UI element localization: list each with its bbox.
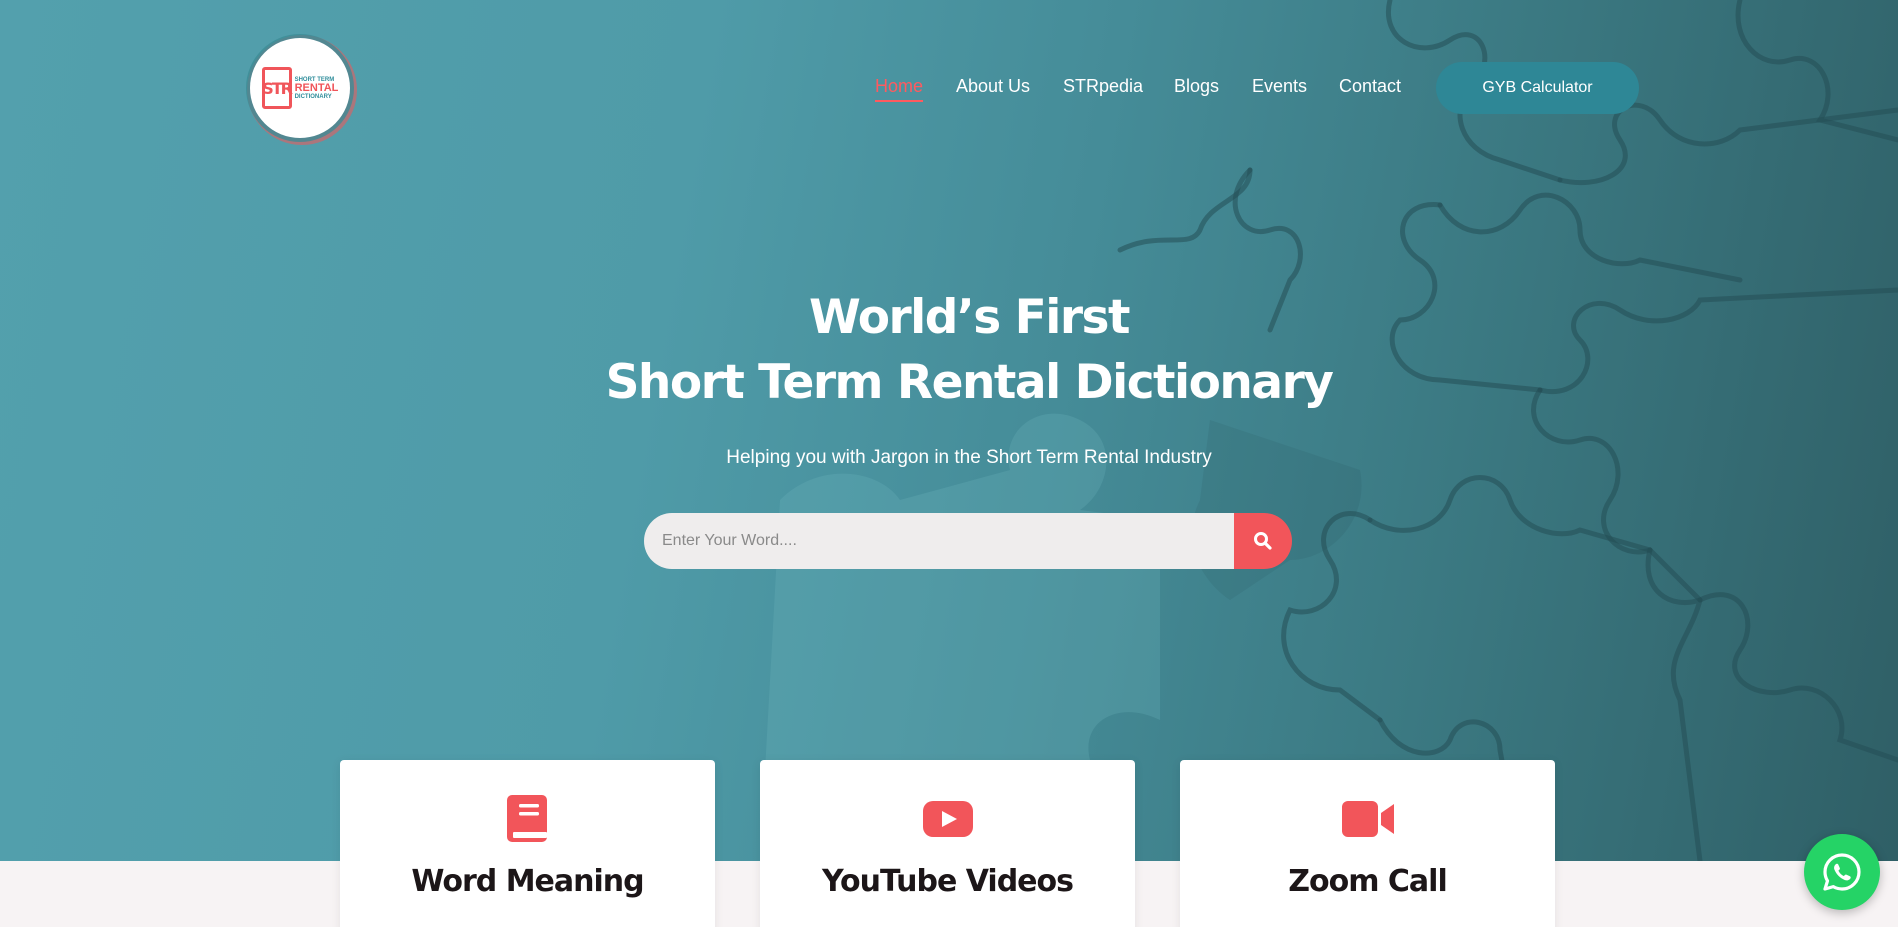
- search-button[interactable]: [1234, 513, 1292, 569]
- hero-title-line-2: Short Term Rental Dictionary: [605, 355, 1334, 410]
- card-word-meaning[interactable]: Word Meaning: [340, 760, 715, 927]
- video-camera-icon: [1341, 801, 1394, 837]
- gyb-calculator-button[interactable]: GYB Calculator: [1436, 62, 1639, 114]
- nav-item-about-us[interactable]: About Us: [956, 76, 1030, 97]
- nav-item-events[interactable]: Events: [1252, 76, 1307, 97]
- youtube-icon: [922, 801, 973, 837]
- card-title: Word Meaning: [411, 864, 644, 899]
- nav-item-contact[interactable]: Contact: [1339, 76, 1401, 97]
- card-icon-wrap: [922, 794, 974, 844]
- nav-item-blogs[interactable]: Blogs: [1174, 76, 1219, 97]
- search-input[interactable]: [644, 513, 1234, 569]
- card-title: Zoom Call: [1288, 864, 1448, 899]
- book-icon: [506, 795, 547, 842]
- hero-subtitle: Helping you with Jargon in the Short Ter…: [726, 447, 1212, 468]
- site-logo[interactable]: STR SHORT TERM RENTAL DICTIONARY: [250, 38, 350, 138]
- nav-item-strpedia[interactable]: STRpedia: [1063, 76, 1143, 97]
- whatsapp-icon: [1823, 853, 1861, 891]
- card-icon-wrap: [506, 794, 550, 844]
- logo-mark: STR: [261, 67, 293, 109]
- logo-line-3: DICTIONARY: [294, 93, 332, 100]
- card-title: YouTube Videos: [822, 864, 1074, 899]
- logo-line-2: RENTAL: [294, 81, 339, 94]
- hero-section: STR SHORT TERM RENTAL DICTIONARY Home Ab…: [0, 0, 1898, 861]
- logo-wordmark: SHORT TERM RENTAL DICTIONARY: [295, 77, 339, 100]
- hero-title-line-1: World’s First: [809, 290, 1130, 345]
- whatsapp-chat-button[interactable]: [1804, 834, 1880, 910]
- card-youtube-videos[interactable]: YouTube Videos: [760, 760, 1135, 927]
- search-icon: [1254, 532, 1272, 550]
- nav-item-home[interactable]: Home: [875, 76, 924, 102]
- card-icon-wrap: [1341, 794, 1395, 844]
- card-zoom-call[interactable]: Zoom Call: [1180, 760, 1555, 927]
- search-bar: [644, 513, 1292, 569]
